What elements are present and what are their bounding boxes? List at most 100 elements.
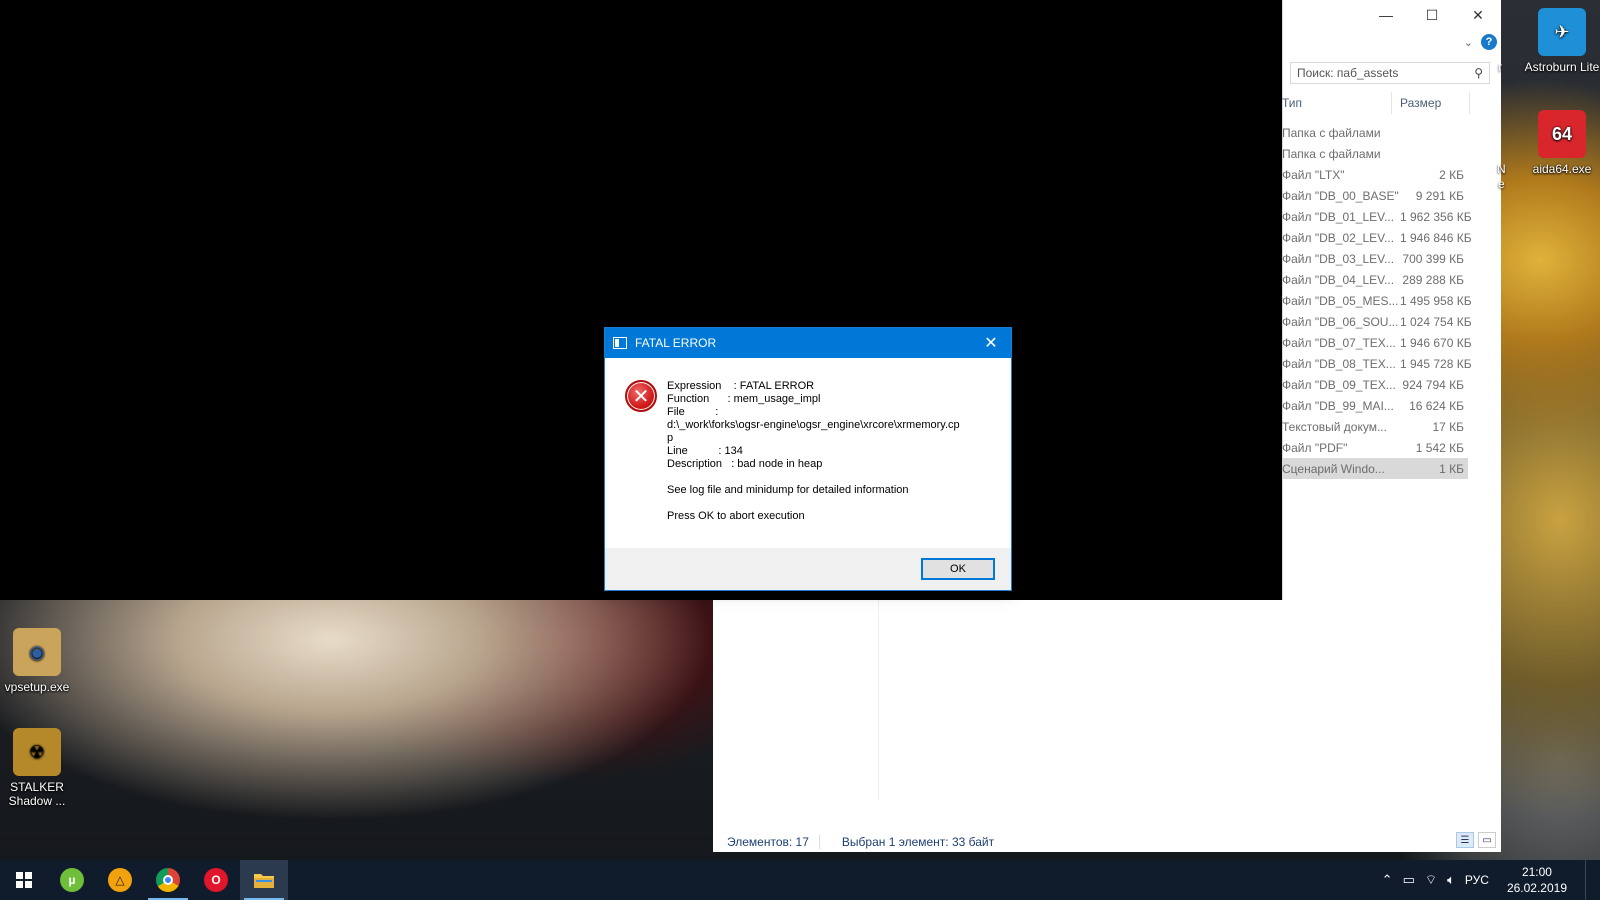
file-row[interactable]: Файл "DB_04_LEV... 289 288 КБ [1282,269,1468,290]
file-type: Файл "DB_08_TEX... [1282,356,1396,371]
ok-button[interactable]: OK [921,558,995,580]
language-indicator[interactable]: РУС [1465,873,1489,887]
partial-icon-label-e: e [1498,177,1505,191]
vpsetup-icon: ◉ [13,628,61,676]
utorrent-icon: µ [60,868,84,892]
file-size: 1 495 958 КБ [1400,293,1472,308]
volume-icon[interactable]: 🔈︎ [1447,872,1455,888]
file-row[interactable]: Сценарий Windo... 1 КБ [1282,458,1468,479]
file-row[interactable]: Файл "DB_08_TEX... 1 945 728 КБ [1282,353,1472,374]
search-icon[interactable]: ⚲ [1474,66,1483,80]
file-row[interactable]: Файл "PDF" 1 542 КБ [1282,437,1468,458]
start-button[interactable] [0,860,48,900]
tiles-view-icon[interactable]: ▭ [1478,832,1496,848]
file-type: Файл "DB_01_LEV... [1282,209,1395,224]
maximize-icon[interactable]: ☐ [1409,0,1455,30]
battery-icon[interactable]: ▭ [1403,872,1415,888]
column-header-size[interactable]: Размер [1392,92,1470,114]
partial-icon-label-r: r [1498,60,1502,74]
file-row[interactable]: Файл "DB_01_LEV... 1 962 356 КБ [1282,206,1472,227]
file-row[interactable]: Файл "DB_09_TEX... 924 794 КБ [1282,374,1468,395]
taskbar-chrome[interactable] [144,860,192,900]
clock[interactable]: 21:00 26.02.2019 [1499,864,1575,896]
explorer-window-controls: — ☐ ✕ [1282,0,1501,30]
dialog-title-bar[interactable]: FATAL ERROR ✕ [605,328,1011,358]
file-size: 1 542 КБ [1415,440,1464,455]
clock-time: 21:00 [1521,865,1552,879]
clock-date: 26.02.2019 [1506,881,1567,895]
file-type: Файл "DB_09_TEX... [1282,377,1396,392]
file-type: Файл "DB_03_LEV... [1282,251,1395,266]
file-row[interactable]: Текстовый докум... 17 КБ [1282,416,1468,437]
desktop-icon-label: Astroburn Lite [1524,60,1600,74]
desktop-icon-vpsetup[interactable]: ◉ vpsetup.exe [0,628,76,694]
error-line-path: d:\_work\forks\ogsr-engine\ogsr_engine\x… [667,419,960,431]
file-type: Сценарий Windo... [1282,461,1385,476]
taskbar-explorer[interactable] [240,860,288,900]
file-row[interactable]: Файл "DB_07_TEX... 1 946 670 КБ [1282,332,1472,353]
details-view-icon[interactable]: ☰ [1456,832,1474,848]
file-type: Файл "DB_00_BASE" [1282,188,1399,203]
status-separator [818,835,820,849]
file-size: 16 624 КБ [1409,398,1464,413]
desktop-icon-label: aida64.exe [1532,162,1592,176]
help-icon[interactable]: ? [1481,34,1497,50]
chevron-up-icon[interactable]: ⌃ [1382,872,1393,888]
error-line-expression: Expression : FATAL ERROR [667,380,815,392]
desktop-icon-aida64[interactable]: 64 aida64.exe [1523,110,1600,176]
ribbon-toolbar: ⌄ ? [1282,30,1501,54]
minimize-icon[interactable]: — [1363,0,1409,30]
error-line-line: Line : 134 [667,445,743,457]
taskbar: µ △ O ⌃ ▭ ⌔ 🔈︎ РУС 21:00 26.02.2019 [0,860,1600,900]
taskbar-opera[interactable]: O [192,860,240,900]
error-info-text: See log file and minidump for detailed i… [667,484,909,496]
taskbar-aimp[interactable]: △ [96,860,144,900]
file-size: 924 794 КБ [1402,377,1464,392]
search-box[interactable]: ⚲ [1290,62,1490,84]
error-abort-text: Press OK to abort execution [667,510,805,522]
fatal-error-dialog: FATAL ERROR ✕ ✕ Expression : FATAL ERROR… [604,327,1012,591]
file-row[interactable]: Файл "DB_05_MES... 1 495 958 КБ [1282,290,1472,311]
aida64-icon: 64 [1538,110,1586,158]
file-size: 1 КБ [1439,461,1464,476]
status-selection: Выбран 1 элемент: 33 байт [841,835,995,849]
file-type: Файл "DB_04_LEV... [1282,272,1395,287]
file-row[interactable]: Папка с файлами [1282,122,1468,143]
file-type: Папка с файлами [1282,146,1381,161]
desktop-icon-stalker[interactable]: ☢ STALKER Shadow ... [0,728,76,808]
stalker-icon: ☢ [13,728,61,776]
file-row[interactable]: Папка с файлами [1282,143,1468,164]
file-row[interactable]: Файл "LTX" 2 КБ [1282,164,1468,185]
column-header-type[interactable]: Тип [1282,92,1392,114]
file-size: 1 945 728 КБ [1400,356,1472,371]
file-row[interactable]: Файл "DB_99_MAI... 16 624 КБ [1282,395,1468,416]
desktop-icon-label: vpsetup.exe [4,680,70,694]
wifi-icon[interactable]: ⌔ [1425,872,1437,888]
column-headers: Тип Размер [1282,92,1472,114]
file-row[interactable]: Файл "DB_02_LEV... 1 946 846 КБ [1282,227,1472,248]
file-size: 1 024 754 КБ [1400,314,1472,329]
chrome-icon [156,868,180,892]
desktop-icon-astroburn[interactable]: ✈ Astroburn Lite [1523,8,1600,74]
file-type: Файл "DB_99_MAI... [1282,398,1394,413]
file-type: Файл "DB_02_LEV... [1282,230,1395,245]
file-type: Файл "DB_05_MES... [1282,293,1399,308]
opera-icon: O [204,868,228,892]
file-size: 700 399 КБ [1402,251,1464,266]
taskbar-utorrent[interactable]: µ [48,860,96,900]
file-row[interactable]: Файл "DB_06_SOU... 1 024 754 КБ [1282,311,1472,332]
file-type: Файл "DB_06_SOU... [1282,314,1399,329]
app-window-icon [613,337,627,349]
search-input[interactable] [1297,66,1475,80]
file-row[interactable]: Файл "DB_00_BASE" 9 291 КБ [1282,185,1468,206]
close-icon[interactable]: ✕ [1455,0,1501,30]
file-row[interactable]: Файл "DB_03_LEV... 700 399 КБ [1282,248,1468,269]
explorer-pane-divider [878,600,879,800]
system-tray: ⌃ ▭ ⌔ 🔈︎ РУС 21:00 26.02.2019 [1382,860,1600,900]
dialog-close-icon[interactable]: ✕ [971,328,1011,358]
folder-icon [254,874,274,888]
file-type: Текстовый докум... [1282,419,1387,434]
aimp-icon: △ [108,868,132,892]
show-desktop-button[interactable] [1585,860,1590,900]
chevron-down-icon[interactable]: ⌄ [1464,36,1473,49]
